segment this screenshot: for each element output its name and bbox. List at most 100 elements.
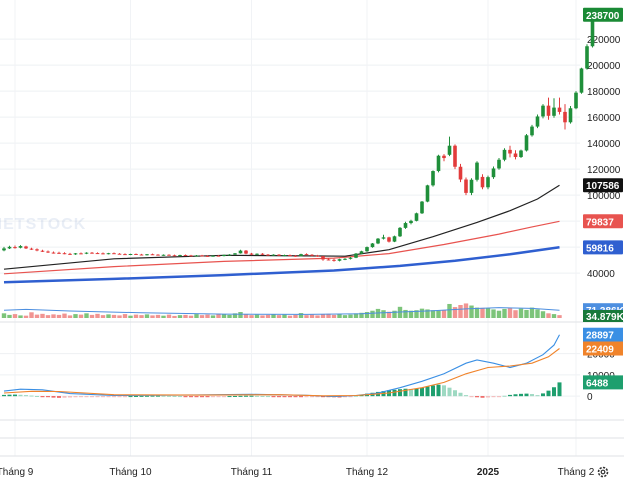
macd-histogram-bar	[535, 395, 540, 397]
macd-histogram-bar	[469, 396, 474, 398]
volume-bar	[271, 314, 276, 318]
macd-histogram-bar	[128, 396, 133, 398]
candle-body	[475, 162, 479, 180]
candle-body	[315, 255, 320, 257]
volume-bar	[331, 314, 337, 318]
macd-histogram-bar	[552, 387, 556, 397]
candle-body	[332, 259, 336, 261]
candle-body	[194, 255, 199, 257]
volume-bar	[221, 314, 227, 318]
candle-body	[51, 252, 56, 254]
candle-body	[568, 108, 573, 123]
candle-body	[574, 92, 578, 109]
chart-canvas[interactable]: 4000060000800001000001200001400001600001…	[0, 0, 624, 480]
price-tick-label: 100000	[587, 191, 621, 202]
macd-histogram-bar	[502, 395, 507, 397]
candle-body	[530, 126, 534, 136]
volume-bar	[172, 315, 177, 318]
candle-body	[134, 253, 138, 255]
macd-histogram-bar	[200, 396, 204, 398]
volume-bar	[183, 314, 188, 318]
volume-bar	[496, 310, 502, 318]
candle-body	[381, 237, 386, 239]
volume-bar	[194, 314, 199, 318]
macd-line	[3, 334, 560, 398]
price-tick-label: 120000	[587, 165, 621, 176]
candle-body	[337, 259, 342, 261]
volume-bar	[370, 310, 375, 318]
volume-bar	[78, 314, 84, 318]
macd-histogram-bar	[414, 388, 419, 397]
gear-teeth	[597, 466, 609, 478]
signal-tag: 22409	[586, 345, 614, 356]
candle-body	[513, 153, 518, 158]
candle-body	[557, 107, 562, 112]
volume-bar	[348, 314, 353, 318]
candle-body	[178, 255, 182, 257]
x-axis-label: Tháng 2	[558, 467, 595, 478]
macd-histogram-bar	[299, 396, 303, 398]
candle-body	[244, 250, 248, 254]
volume-bar	[210, 315, 216, 318]
volume-bar	[139, 315, 144, 318]
candle-body	[304, 254, 309, 256]
candle-body	[266, 254, 270, 256]
volume-bar	[84, 313, 89, 318]
candle-body	[183, 255, 188, 257]
volume-bar	[7, 314, 12, 318]
volume-bar	[23, 315, 29, 318]
macd-histogram-bar	[420, 387, 424, 397]
candle-body	[145, 254, 149, 256]
candle-body	[128, 253, 133, 255]
candle-body	[480, 176, 485, 188]
volume-bar	[161, 315, 166, 318]
candle-body	[398, 227, 402, 237]
candle-body	[282, 255, 287, 257]
watermark-logo: VIETSTOCK	[0, 216, 87, 233]
macd-histogram-bar	[101, 396, 105, 398]
volume-bar	[199, 315, 205, 318]
macd-histogram-bar	[117, 396, 122, 398]
candle-body	[579, 68, 584, 93]
candle-body	[62, 253, 67, 255]
candle-body	[376, 238, 380, 244]
stock-chart[interactable]: VIETSTOCK 400006000080000100000120000140…	[0, 0, 624, 480]
macd-histogram-bar	[392, 389, 397, 397]
volume-bar	[441, 310, 447, 318]
macd-tick-label: 0	[587, 392, 593, 403]
candle-body	[84, 252, 89, 254]
candle-body	[161, 254, 166, 256]
candle-body	[24, 246, 28, 249]
x-axis-label: Tháng 10	[109, 467, 152, 478]
macd-histogram-bar	[62, 396, 67, 398]
macd-histogram-bar	[227, 396, 232, 398]
candle-body	[541, 105, 545, 117]
volume-bar	[51, 314, 56, 318]
candle-body	[326, 259, 331, 261]
macd-histogram-bar	[271, 396, 276, 398]
macd-histogram-bar	[46, 396, 50, 398]
macd-histogram-bar	[172, 395, 177, 397]
candle-body	[299, 254, 303, 257]
macd-histogram-bar	[480, 396, 485, 398]
volume-bar	[111, 314, 117, 318]
macd-histogram-bar	[178, 396, 182, 398]
x-axis-label: Tháng 11	[231, 467, 273, 478]
gear-icon[interactable]	[597, 466, 609, 478]
volume-bar	[95, 313, 100, 318]
volume-bar	[260, 315, 265, 318]
volume-bar	[40, 313, 45, 318]
macd-histogram-bar	[211, 396, 215, 398]
macd-histogram-bar	[398, 389, 402, 397]
volume-bar	[45, 315, 51, 318]
macd-histogram-bar	[145, 395, 149, 397]
macd-histogram-bar	[35, 395, 39, 397]
volume-bar	[469, 305, 474, 318]
macd-histogram-bar	[244, 395, 248, 397]
candle-body	[354, 253, 358, 258]
volume-bar	[304, 315, 309, 318]
candle-body	[442, 155, 446, 159]
volume-bar	[293, 314, 298, 318]
candle-body	[112, 253, 116, 255]
candle-body	[233, 253, 237, 255]
